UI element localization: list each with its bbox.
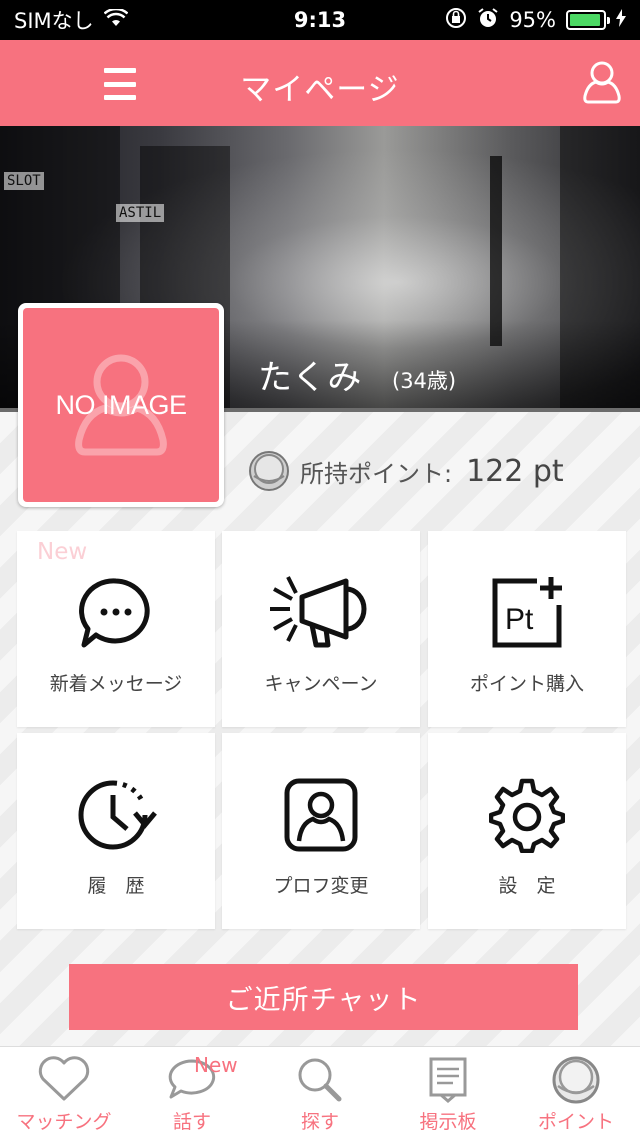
avatar[interactable]: NO IMAGE	[18, 303, 224, 507]
points-display: 所持ポイント: 122 pt	[248, 450, 564, 492]
user-age: (34歳)	[392, 369, 457, 393]
tile-label: 新着メッセージ	[49, 673, 183, 695]
search-icon	[298, 1058, 342, 1102]
street-sign: SLOT	[4, 172, 44, 190]
tile-campaign[interactable]: キャンペーン	[222, 531, 420, 727]
tab-label: 話す	[172, 1111, 211, 1133]
street-sign: ASTIL	[116, 204, 165, 222]
tile-label: 設 定	[498, 875, 556, 897]
tile-label: プロフ変更	[273, 875, 369, 897]
chat-bubble-icon	[79, 578, 150, 648]
coin-icon	[249, 451, 289, 491]
status-bar: SIMなし 9:13 95%	[0, 0, 640, 40]
neighborhood-chat-button[interactable]: ご近所チャット	[69, 964, 578, 1030]
tab-talk[interactable]: New 話す	[128, 1047, 256, 1136]
tab-label: ポイント	[537, 1111, 614, 1133]
svg-text:Pt: Pt	[505, 603, 534, 636]
user-name: たくみ	[258, 358, 362, 398]
gear-icon	[489, 778, 565, 853]
new-badge: New	[37, 539, 88, 565]
battery-level	[570, 14, 601, 26]
tab-label: 探す	[300, 1111, 339, 1133]
points-value: 122 pt	[466, 453, 564, 489]
tile-label: 履 歴	[87, 875, 145, 897]
tile-label: ポイント購入	[469, 673, 584, 695]
tab-bar: マッチング New 話す 探す 掲示板 ポイント	[0, 1046, 640, 1136]
rotation-lock-icon	[445, 7, 467, 34]
heart-icon	[38, 1056, 90, 1101]
wifi-icon	[103, 7, 129, 32]
tab-search[interactable]: 探す	[256, 1047, 384, 1136]
content-area	[0, 412, 640, 1046]
tile-new-messages[interactable]: New 新着メッセージ	[17, 531, 215, 727]
tile-history[interactable]: 履 歴	[17, 733, 215, 929]
battery-percent: 95%	[509, 8, 556, 32]
points-purchase-icon: Pt	[492, 577, 562, 648]
bulletin-board-icon	[429, 1057, 467, 1103]
tab-label: マッチング	[16, 1111, 112, 1133]
tile-profile-edit[interactable]: プロフ変更	[222, 733, 420, 929]
tile-buy-points[interactable]: Pt ポイント購入	[428, 531, 626, 727]
alarm-icon	[477, 7, 499, 34]
tile-label: キャンペーン	[264, 673, 378, 695]
tab-points[interactable]: ポイント	[512, 1047, 640, 1136]
tab-label: 掲示板	[419, 1111, 477, 1133]
battery-icon	[566, 10, 610, 30]
history-clock-icon	[78, 780, 157, 850]
profile-edit-icon	[284, 778, 358, 852]
points-label: 所持ポイント:	[300, 459, 453, 488]
coin-icon	[552, 1056, 600, 1104]
tile-settings[interactable]: 設 定	[428, 733, 626, 929]
user-icon[interactable]	[582, 60, 622, 106]
tab-matching[interactable]: マッチング	[0, 1047, 128, 1136]
charging-icon	[616, 8, 626, 32]
tab-bulletin-board[interactable]: 掲示板	[384, 1047, 512, 1136]
carrier-label: SIMなし	[14, 9, 94, 33]
megaphone-icon	[270, 576, 367, 648]
avatar-text: NO IMAGE	[55, 389, 187, 420]
page-title: マイページ	[240, 72, 400, 108]
nav-bar: マイページ	[0, 40, 640, 126]
new-badge: New	[194, 1053, 238, 1077]
